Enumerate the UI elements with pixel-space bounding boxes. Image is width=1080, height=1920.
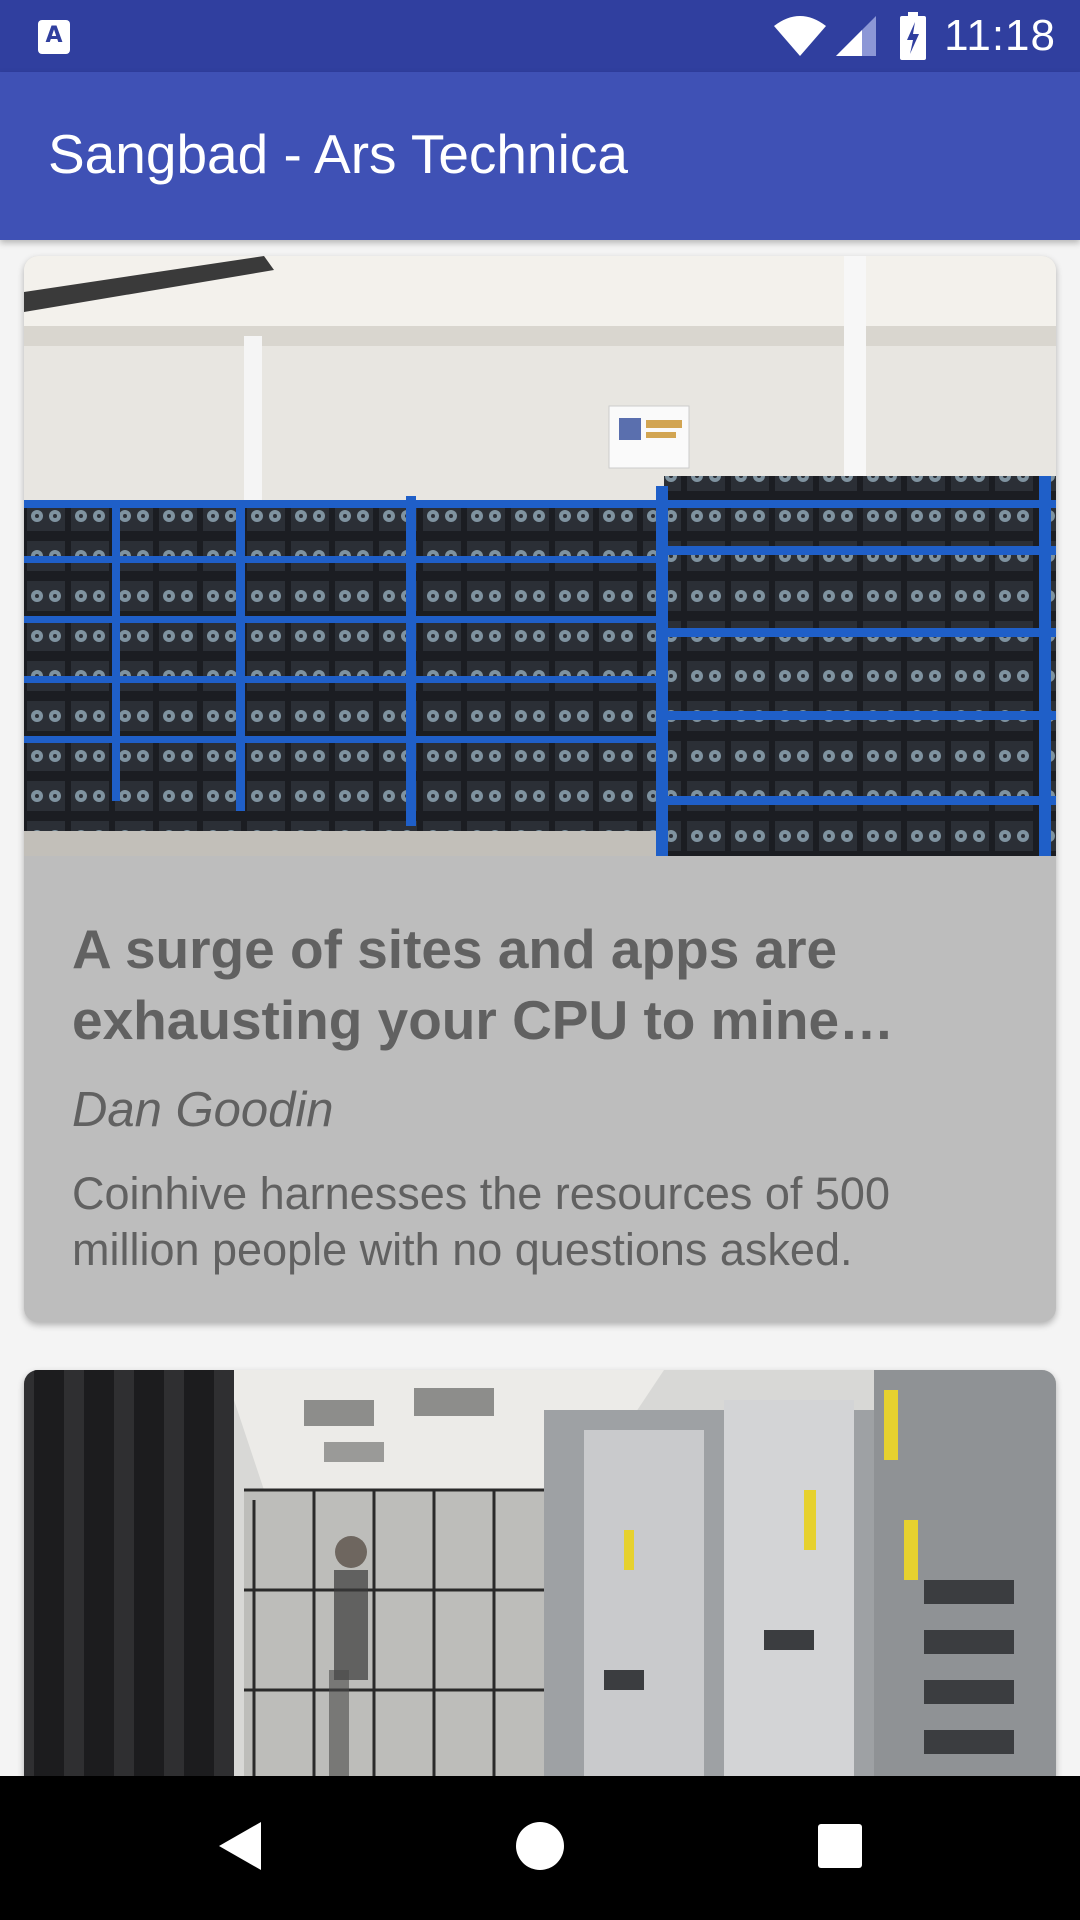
status-bar: A 11:18 — [0, 0, 1080, 72]
article-feed[interactable]: A surge of sites and apps are exhausting… — [0, 240, 1080, 1776]
crypto-mining-rigs-image — [24, 256, 1056, 856]
article-author: Dan Goodin — [72, 1083, 334, 1137]
article-title[interactable]: A surge of sites and apps are exhausting… — [72, 914, 1008, 1056]
wifi-icon — [772, 14, 828, 58]
app-bar: Sangbad - Ars Technica — [0, 72, 1080, 240]
recents-button[interactable] — [760, 1776, 920, 1920]
back-icon — [215, 1818, 265, 1879]
article-card[interactable]: A surge of sites and apps are exhausting… — [24, 256, 1056, 1322]
text-a-notification-icon: A — [38, 20, 70, 54]
back-button[interactable] — [160, 1776, 320, 1920]
app-title: Sangbad - Ars Technica — [48, 123, 628, 185]
signal-icon — [834, 14, 878, 58]
status-icons: 11:18 — [772, 0, 1056, 72]
article-summary: Coinhive harnesses the resources of 500 … — [72, 1168, 890, 1275]
article-card-body: A surge of sites and apps are exhausting… — [24, 856, 1056, 1278]
home-button[interactable] — [460, 1776, 620, 1920]
status-time: 11:18 — [944, 11, 1056, 60]
article-card[interactable] — [24, 1370, 1056, 1776]
recents-icon — [817, 1823, 863, 1874]
data-center-server-racks-image — [24, 1370, 1056, 1776]
app-screen: A 11:18 Sangbad - Ars Technica A surge o… — [0, 0, 1080, 1920]
home-icon — [515, 1821, 565, 1876]
navigation-bar — [0, 1776, 1080, 1920]
battery-charging-icon — [900, 12, 927, 60]
